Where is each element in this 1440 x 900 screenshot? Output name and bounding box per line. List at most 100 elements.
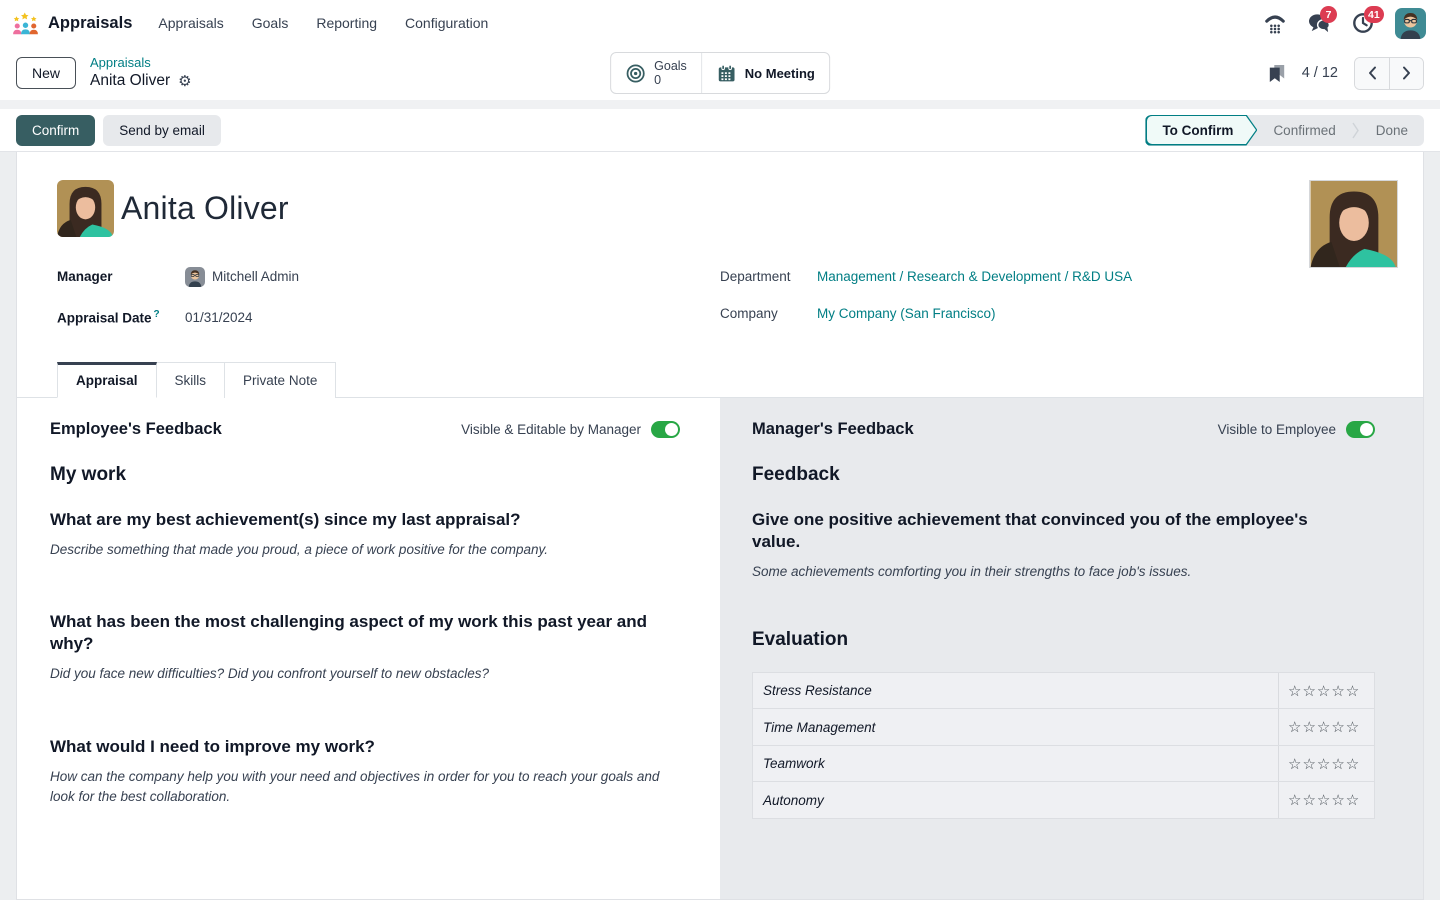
tab-appraisal[interactable]: Appraisal [57,362,157,398]
evaluation-label: Teamwork [753,746,1278,782]
form-statusbar: Confirm Send by email To Confirm Confirm… [0,109,1440,152]
activities-badge: 41 [1364,6,1384,23]
sheet-header: Anita Oliver Manager Mitchell [17,152,1423,345]
activities-clock-icon[interactable]: 41 [1351,11,1375,35]
pager-counter[interactable]: 4 / 12 [1302,65,1338,81]
evaluation-row: Autonomy ☆☆☆☆☆ [753,782,1374,819]
navbar-systray: 7 41 [1263,8,1426,39]
pager-zone: 4 / 12 [1268,57,1424,90]
employee-section-title: My work [50,464,680,486]
messages-icon[interactable]: 7 [1307,11,1331,35]
tab-skills[interactable]: Skills [157,362,226,398]
calendar-icon [716,63,737,84]
meeting-stat-button[interactable]: No Meeting [701,53,829,94]
question-hint: How can the company help you with your n… [50,767,660,808]
employee-feedback-title: Employee's Feedback [50,420,222,439]
goals-stat-value: 0 [654,73,687,87]
confirm-button[interactable]: Confirm [16,115,95,146]
manager-avatar [185,267,205,287]
employee-avatar[interactable] [57,180,114,237]
main-menu: Appraisals Goals Reporting Configuration [158,15,488,31]
rating-stars[interactable]: ☆☆☆☆☆ [1278,782,1374,818]
pager-buttons [1354,57,1424,90]
evaluation-label: Time Management [753,709,1278,745]
question-block: Give one positive achievement that convi… [752,509,1375,582]
question-block: What would I need to improve my work? Ho… [50,736,680,807]
question-text: What would I need to improve my work? [50,736,650,758]
question-block: What has been the most challenging aspec… [50,611,680,684]
menu-appraisals[interactable]: Appraisals [158,15,223,31]
panel-gap [0,100,1440,109]
stage-bar: To Confirm Confirmed Done [1145,115,1424,146]
appraisals-app-icon[interactable] [12,11,39,35]
question-block: What are my best achievement(s) since my… [50,509,680,560]
send-by-email-button[interactable]: Send by email [103,115,221,146]
top-navbar: Appraisals Appraisals Goals Reporting Co… [0,0,1440,46]
rating-stars[interactable]: ☆☆☆☆☆ [1278,673,1374,709]
pager-previous-button[interactable] [1355,58,1389,89]
rating-stars[interactable]: ☆☆☆☆☆ [1278,746,1374,782]
manager-feedback-pane: Manager's Feedback Visible to Employee F… [720,398,1423,899]
control-panel: New Appraisals Anita Oliver ⚙ Goals 0 [0,46,1440,100]
evaluation-label: Stress Resistance [753,673,1278,709]
help-icon[interactable]: ? [154,309,160,320]
question-hint: Did you face new difficulties? Did you c… [50,664,660,684]
notebook-tabs: Appraisal Skills Private Note [17,362,1423,398]
field-grid: Manager Mitchell Admin Appraisal Date? 0… [57,263,1383,345]
bookmark-icon[interactable] [1268,64,1286,83]
breadcrumb: Appraisals Anita Oliver ⚙ [90,55,192,91]
breadcrumb-appraisals-link[interactable]: Appraisals [90,55,192,71]
goals-stat-button[interactable]: Goals 0 [611,53,701,94]
evaluation-row: Stress Resistance ☆☆☆☆☆ [753,673,1374,710]
question-hint: Describe something that made you proud, … [50,540,660,560]
tab-private-note[interactable]: Private Note [225,362,336,398]
company-value[interactable]: My Company (San Francisco) [817,306,996,321]
softphone-icon[interactable] [1263,11,1287,35]
form-view: Anita Oliver Manager Mitchell [0,152,1440,900]
field-column-left: Manager Mitchell Admin Appraisal Date? 0… [57,263,720,345]
question-text: What are my best achievement(s) since my… [50,509,650,531]
manager-visibility-toggle[interactable] [1346,421,1375,438]
stage-to-confirm[interactable]: To Confirm [1145,115,1257,146]
stage-separator [1352,115,1360,146]
messages-badge: 7 [1320,6,1337,23]
menu-reporting[interactable]: Reporting [316,15,377,31]
rating-stars[interactable]: ☆☆☆☆☆ [1278,709,1374,745]
appraisal-date-value[interactable]: 01/31/2024 [185,310,253,325]
company-label: Company [720,306,817,321]
employee-toggle-label: Visible & Editable by Manager [461,422,641,437]
form-sheet: Anita Oliver Manager Mitchell [16,152,1424,900]
manager-section-title: Feedback [752,464,1375,486]
field-column-right: Department Management / Research & Devel… [720,263,1383,345]
evaluation-title: Evaluation [752,629,1375,651]
manager-toggle-label: Visible to Employee [1218,422,1336,437]
appraisal-date-label: Appraisal Date? [57,309,185,326]
employee-feedback-pane: Employee's Feedback Visible & Editable b… [17,398,720,899]
evaluation-label: Autonomy [753,782,1278,818]
manager-value[interactable]: Mitchell Admin [185,267,299,287]
menu-configuration[interactable]: Configuration [405,15,488,31]
question-text: What has been the most challenging aspec… [50,611,650,655]
manager-label: Manager [57,269,185,284]
menu-goals[interactable]: Goals [252,15,289,31]
pager-next-button[interactable] [1389,58,1423,89]
new-button[interactable]: New [16,57,76,89]
goals-stat-label: Goals [654,59,687,73]
evaluation-row: Teamwork ☆☆☆☆☆ [753,746,1374,783]
app-name[interactable]: Appraisals [48,14,132,33]
target-icon [625,63,646,84]
evaluation-table: Stress Resistance ☆☆☆☆☆ Time Management … [752,672,1375,819]
app-screen: Appraisals Appraisals Goals Reporting Co… [0,0,1440,900]
department-value[interactable]: Management / Research & Development / R&… [817,269,1132,284]
stage-confirmed[interactable]: Confirmed [1257,115,1351,146]
question-text: Give one positive achievement that convi… [752,509,1352,553]
manager-feedback-title: Manager's Feedback [752,420,914,439]
stage-done[interactable]: Done [1360,115,1424,146]
gear-icon[interactable]: ⚙ [178,74,191,89]
employee-visibility-toggle[interactable] [651,421,680,438]
employee-photo [1309,180,1398,268]
stat-button-box: Goals 0 No Meeting [610,52,830,95]
employee-name[interactable]: Anita Oliver [121,190,289,227]
meeting-stat-label: No Meeting [745,66,815,81]
user-avatar[interactable] [1395,8,1426,39]
